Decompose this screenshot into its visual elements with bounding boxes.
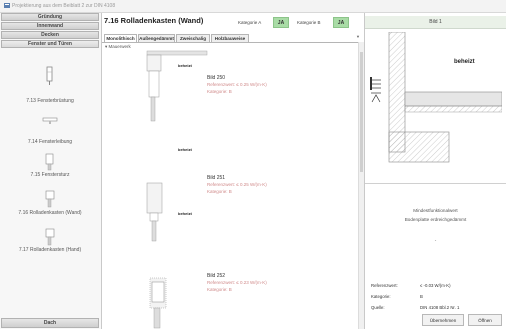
- sidebar-item-rolladenkasten-wand[interactable]: 7.16 Rolladenkasten (Wand): [0, 189, 100, 225]
- nav-gruendung[interactable]: Gründung: [1, 13, 99, 21]
- field-label: Kategorie:: [371, 294, 391, 299]
- detail-drawing: [149, 277, 167, 329]
- detail-reference: Referenzwert: ≤ 0.25 W/(m·K): [207, 82, 267, 87]
- detail-category: Kategorie: B: [207, 287, 232, 292]
- tab-dropdown-icon[interactable]: ▼: [356, 34, 360, 39]
- nav-dach[interactable]: Dach: [1, 318, 99, 328]
- nav-decken[interactable]: Decken: [1, 31, 99, 39]
- nav-fenster-tueren[interactable]: Fenster und Türen: [1, 40, 99, 48]
- construction-tabs: Monolithisch Außengedämmt Zweischalig Ho…: [102, 33, 364, 43]
- detail-title: Bild 250: [207, 75, 226, 81]
- tab-holzbauweise[interactable]: Holzbauweise: [211, 34, 249, 42]
- sidebar-item-rolladenkasten-hand[interactable]: 7.17 Rolladenkasten (Hand): [0, 227, 100, 263]
- window-sill-icon: [46, 66, 53, 85]
- sidebar-item-fenstersturz[interactable]: 7.15 Fenstersturz: [0, 152, 100, 188]
- open-button[interactable]: Öffnen: [468, 314, 502, 326]
- block-dash: -: [434, 238, 437, 243]
- preview-panel: Bild 1 beheizt Mindestfunktionalwert Bod…: [365, 13, 506, 329]
- app-icon: [4, 3, 10, 8]
- tab-monolithisch[interactable]: Monolithisch: [104, 34, 137, 42]
- detail-drawing: [146, 182, 163, 242]
- divider: [365, 183, 506, 184]
- block-subtitle: Bodenplatte erdreichgedämmt: [404, 217, 467, 222]
- shutter-box-icon: [45, 228, 55, 246]
- detail-title: Bild 251: [207, 175, 226, 181]
- drawing-label-beheizt: beheizt: [454, 59, 475, 65]
- sidebar: Gründung Innenwand Decken Fenster und Tü…: [0, 13, 102, 329]
- shutter-box-icon: [45, 190, 55, 208]
- beheizt-label: beheizt: [178, 63, 192, 68]
- tab-zweischalig[interactable]: Zweischalig: [176, 34, 210, 42]
- vertical-scrollbar[interactable]: [358, 42, 364, 329]
- field-value: DIN 4108 Bbl.2 Nr. 1: [420, 305, 460, 310]
- detail-category: Kategorie: B: [207, 189, 232, 194]
- kategorie-b-label: Kategorie B: [297, 20, 321, 25]
- sidebar-item-label: 7.17 Rolladenkasten (Hand): [18, 247, 82, 253]
- detail-item[interactable]: Bild 252 Referenzwert: ≤ 0.23 W/(m·K) Ka…: [102, 258, 357, 329]
- section-drawing: [369, 32, 502, 174]
- block-title: Mindestfunktionalwert: [413, 208, 458, 213]
- preview-header: Bild 1: [365, 16, 506, 29]
- detail-reference: Referenzwert: ≤ 0.25 W/(m·K): [207, 182, 267, 187]
- tab-aussengedaemmt[interactable]: Außengedämmt: [138, 34, 175, 42]
- nav-innenwand[interactable]: Innenwand: [1, 22, 99, 30]
- detail-header: 7.16 Rolladenkasten (Wand) Kategorie A J…: [102, 13, 364, 33]
- detail-title: Bild 252: [207, 273, 226, 279]
- detail-list-panel: 7.16 Rolladenkasten (Wand) Kategorie A J…: [102, 13, 365, 329]
- window-lintel-icon: [45, 153, 54, 171]
- kategorie-b-badge[interactable]: JA: [333, 17, 349, 28]
- scrollbar-thumb[interactable]: [360, 52, 363, 172]
- window-title-bar: Projektierung aus dem Beiblatt 2 zur DIN…: [0, 0, 506, 13]
- beheizt-label: beheizt: [178, 211, 192, 216]
- sidebar-item-label: 7.14 Fensterleibung: [27, 139, 73, 145]
- field-value: B: [420, 294, 423, 299]
- field-label: Quelle:: [371, 305, 385, 310]
- sidebar-item-label: 7.16 Rolladenkasten (Wand): [18, 210, 82, 216]
- page-title: 7.16 Rolladenkasten (Wand): [104, 16, 204, 25]
- field-label: Referenzwert:: [371, 283, 398, 288]
- detail-reference: Referenzwert: ≤ 0.23 W/(m·K): [207, 280, 267, 285]
- sidebar-item-label: 7.15 Fenstersturz: [30, 172, 70, 178]
- detail-category: Kategorie: B: [207, 89, 232, 94]
- window-reveal-icon: [42, 117, 58, 124]
- kategorie-a-label: Kategorie A: [238, 20, 262, 25]
- sidebar-item-fensterleibung[interactable]: 7.14 Fensterleibung: [0, 110, 100, 150]
- sidebar-item-fensterbruestung[interactable]: 7.13 Fensterbrüstung: [0, 53, 100, 109]
- detail-item[interactable]: beheizt beheizt Bild 250 Referenzwert: ≤…: [102, 49, 357, 152]
- accept-button[interactable]: Übernehmen: [422, 314, 464, 326]
- sidebar-item-label: 7.13 Fensterbrüstung: [26, 98, 74, 104]
- window-title: Projektierung aus dem Beiblatt 2 zur DIN…: [12, 3, 116, 9]
- detail-item[interactable]: beheizt Bild 251 Referenzwert: ≤ 0.25 W/…: [102, 163, 357, 253]
- field-value: ≤ -0.03 W/(m·K): [420, 283, 451, 288]
- detail-drawing: [146, 50, 208, 122]
- kategorie-a-badge[interactable]: JA: [273, 17, 289, 28]
- beheizt-label: beheizt: [178, 147, 192, 152]
